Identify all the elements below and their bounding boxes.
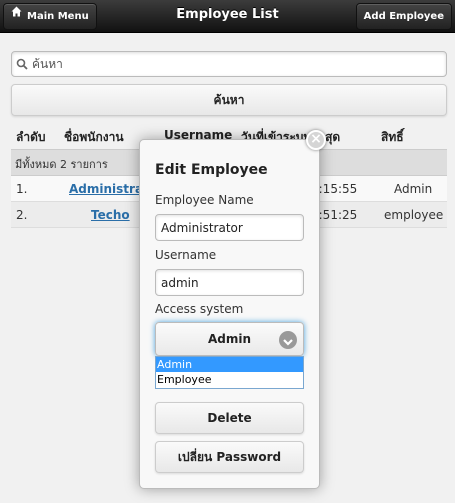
chevron-down-icon	[279, 331, 297, 349]
search-input[interactable]	[32, 55, 432, 73]
edit-employee-popup: Edit Employee Employee Name Administrato…	[139, 139, 320, 489]
search-box	[11, 51, 447, 77]
role: employee	[384, 208, 444, 222]
change-password-button[interactable]: เปลี่ยน Password	[155, 441, 304, 473]
role: Admin	[394, 182, 433, 196]
close-icon[interactable]: ×	[306, 130, 326, 150]
access-selected-value: Admin	[207, 332, 252, 346]
search-icon	[16, 58, 28, 73]
search-button[interactable]: ค้นหา	[11, 84, 447, 116]
header-bar: Main Menu Employee List Add Employee	[0, 0, 455, 33]
employee-name-link[interactable]: Techo	[91, 208, 130, 222]
column-header-no: ลำดับ	[16, 130, 46, 144]
employee-name-label: Employee Name	[155, 193, 254, 207]
add-employee-button[interactable]: Add Employee	[355, 3, 452, 30]
access-system-label: Access system	[155, 302, 244, 316]
row-number: 2.	[16, 208, 28, 222]
delete-button[interactable]: Delete	[155, 402, 304, 434]
row-number: 1.	[16, 182, 28, 196]
username-label: Username	[155, 248, 217, 262]
column-header-role: สิทธิ์	[381, 130, 404, 144]
access-option-admin[interactable]: Admin	[156, 357, 303, 372]
column-header-name: ชื่อพนักงาน	[64, 130, 124, 144]
access-system-select[interactable]: Admin	[155, 322, 304, 356]
summary-text: มีทั้งหมด 2 รายการ	[15, 158, 108, 171]
username-field[interactable]: admin	[155, 269, 304, 296]
popup-title: Edit Employee	[155, 162, 268, 178]
employee-name-field[interactable]: Administrator	[155, 214, 304, 241]
access-option-employee[interactable]: Employee	[156, 372, 303, 387]
access-options-list: Admin Employee	[155, 356, 304, 389]
